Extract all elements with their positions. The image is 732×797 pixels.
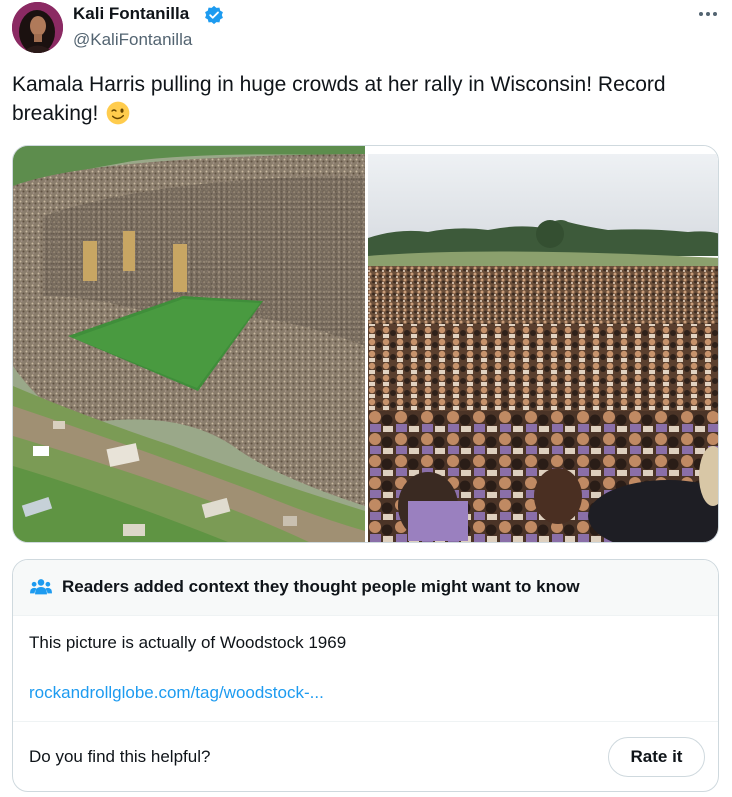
ground-crowd-image	[368, 146, 718, 542]
aerial-crowd-image	[13, 146, 365, 542]
avatar[interactable]	[12, 2, 63, 53]
verified-badge-icon	[205, 5, 223, 25]
rate-it-button[interactable]: Rate it	[608, 737, 705, 777]
community-note-source-link[interactable]: rockandrollglobe.com/tag/woodstock-...	[29, 682, 324, 704]
helpful-question: Do you find this helpful?	[29, 747, 211, 766]
aerial-crowd-photo[interactable]	[13, 146, 365, 542]
people-icon	[30, 579, 52, 595]
profile-photo-icon	[12, 2, 63, 53]
ellipsis-icon	[699, 12, 717, 16]
ground-level-crowd-photo[interactable]	[368, 146, 718, 542]
community-note-body: This picture is actually of Woodstock 19…	[29, 633, 347, 652]
tweet-media[interactable]	[12, 145, 719, 543]
community-note: Readers added context they thought peopl…	[12, 559, 719, 792]
tweet: Kali Fontanilla @KaliFontanilla Kamala H…	[0, 0, 732, 797]
tweet-text: Kamala Harris pulling in huge crowds at …	[12, 70, 712, 128]
more-options-button[interactable]	[696, 4, 720, 24]
community-note-title: Readers added context they thought peopl…	[62, 577, 580, 596]
divider	[13, 721, 718, 722]
winking-face-icon	[106, 101, 130, 125]
author-handle[interactable]: @KaliFontanilla	[73, 29, 192, 51]
display-name[interactable]: Kali Fontanilla	[73, 3, 189, 25]
community-note-header: Readers added context they thought peopl…	[13, 560, 718, 616]
